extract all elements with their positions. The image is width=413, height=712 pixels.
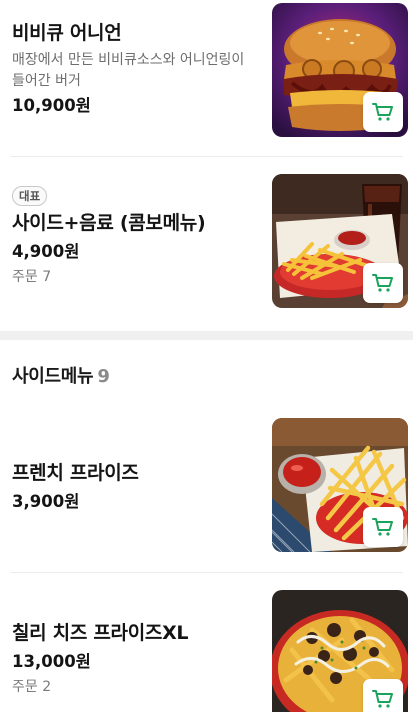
menu-item-description: 매장에서 만든 비비큐소스와 어니언링이 들어간 버거 — [12, 52, 245, 89]
menu-item-name: 사이드+음료 (콤보메뉴) — [12, 212, 206, 234]
chili-cheese-fries-photo[interactable] — [272, 590, 408, 712]
menu-item-info: 프렌치 프라이즈 3,900원 — [12, 460, 260, 514]
fries-and-cola-photo[interactable] — [272, 174, 408, 308]
add-to-cart-button[interactable] — [363, 263, 403, 303]
section-separator — [0, 331, 413, 340]
section-item-count: 9 — [97, 366, 110, 387]
menu-item-price: 4,900원 — [12, 242, 80, 261]
burger-photo[interactable] — [272, 3, 408, 137]
menu-item-bbq-onion[interactable]: 비비큐 어니언 매장에서 만든 비비큐소스와 어니언링이 들어간 버거 10,9… — [0, 0, 413, 156]
menu-item-info: 비비큐 어니언 매장에서 만든 비비큐소스와 어니언링이 들어간 버거 10,9… — [12, 20, 260, 118]
signature-badge: 대표 — [12, 186, 48, 206]
french-fries-photo[interactable] — [272, 418, 408, 552]
menu-item-name: 칠리 치즈 프라이즈XL — [12, 622, 189, 644]
cart-icon — [372, 690, 393, 708]
cart-icon — [372, 518, 393, 536]
cart-icon — [372, 103, 393, 121]
add-to-cart-button[interactable] — [363, 679, 403, 712]
menu-item-name: 프렌치 프라이즈 — [12, 462, 139, 484]
menu-item-price: 3,900원 — [12, 492, 80, 511]
section-header-side-menu: 사이드메뉴 9 — [12, 362, 110, 388]
order-count: 주문 2 — [12, 679, 52, 695]
menu-item-combo[interactable]: 대표 사이드+음료 (콤보메뉴) 4,900원 주문 7 — [0, 157, 413, 331]
section-title: 사이드메뉴 — [12, 366, 94, 387]
cart-icon — [372, 274, 393, 292]
menu-item-french-fries[interactable]: 프렌치 프라이즈 3,900원 — [0, 408, 413, 572]
menu-item-chili-cheese-fries[interactable]: 칠리 치즈 프라이즈XL 13,000원 주문 2 — [0, 573, 413, 712]
menu-item-info: 대표 사이드+음료 (콤보메뉴) 4,900원 주문 7 — [12, 185, 260, 288]
menu-item-price: 13,000원 — [12, 652, 91, 671]
menu-item-price: 10,900원 — [12, 96, 91, 115]
add-to-cart-button[interactable] — [363, 92, 403, 132]
order-count: 주문 7 — [12, 269, 52, 285]
menu-item-name: 비비큐 어니언 — [12, 22, 122, 44]
add-to-cart-button[interactable] — [363, 507, 403, 547]
menu-item-info: 칠리 치즈 프라이즈XL 13,000원 주문 2 — [12, 620, 260, 698]
